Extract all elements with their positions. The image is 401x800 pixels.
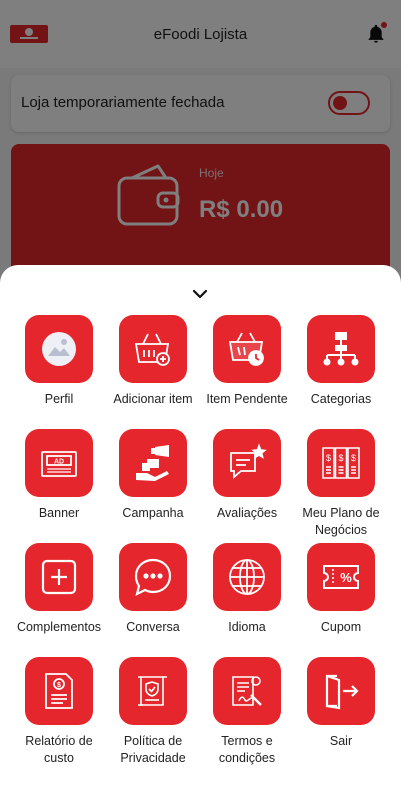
menu-item-item-pendente[interactable]: Item Pendente [200,315,294,408]
globe-icon [229,559,265,595]
menu-item-label: Avaliações [216,506,278,520]
terms-icon [232,676,262,706]
menu-item-campanha[interactable]: Campanha [106,429,200,522]
expense-report-icon: $ [45,673,73,709]
privacy-policy-icon [138,676,167,706]
menu-item-label: Perfil [44,392,74,406]
menu-item-complementos[interactable]: Complementos [12,543,106,636]
svg-text:$: $ [57,682,61,689]
menu-item-cupom[interactable]: % Cupom [294,543,388,636]
menu-item-politica-privacidade[interactable]: Política de Privacidade [106,657,200,767]
logout-icon [325,674,359,710]
svg-text:$: $ [326,453,331,463]
image-icon [42,332,76,366]
menu-item-categorias[interactable]: Categorias [294,315,388,408]
svg-text:$: $ [351,453,356,463]
plus-square-icon [41,559,77,595]
menu-item-label: Banner [38,506,80,520]
coupon-icon: % [323,565,359,589]
ad-banner-icon: AD [41,451,77,477]
menu-item-relatorio-de-custo[interactable]: $ Relatório de custo [12,657,106,767]
chevron-down-icon[interactable] [192,289,208,299]
svg-text:$: $ [338,453,343,463]
menu-item-label: Meu Plano de Negócios [302,506,380,537]
menu-item-label: Categorias [310,392,372,406]
menu-item-label: Cupom [320,620,362,634]
hierarchy-icon [323,332,359,366]
menu-item-meu-plano[interactable]: $ $ $ Meu Plano de Negócios [294,429,388,539]
menu-item-label: Sair [329,734,353,748]
svg-text:%: % [340,570,352,585]
menu-item-termos[interactable]: Termos e condições [200,657,294,767]
menu-item-avaliacoes[interactable]: Avaliações [200,429,294,522]
menu-item-idioma[interactable]: Idioma [200,543,294,636]
menu-item-label: Item Pendente [206,392,288,406]
chat-icon [134,558,172,597]
menu-item-label: Conversa [126,620,180,634]
menu-item-label: Campanha [122,506,184,520]
review-icon [230,443,267,479]
menu-item-label: Política de Privacidade [120,734,186,765]
svg-text:AD: AD [54,459,64,466]
business-plan-icon: $ $ $ [322,447,360,479]
menu-item-conversa[interactable]: Conversa [106,543,200,636]
menu-item-sair[interactable]: Sair [294,657,388,750]
menu-item-adicionar-item[interactable]: Adicionar item [106,315,200,408]
menu-item-label: Relatório de custo [25,734,93,765]
menu-item-label: Termos e condições [218,734,276,765]
pending-basket-icon [228,332,264,366]
menu-bottom-sheet: Perfil Adicionar item Item Pendente Cate… [0,265,401,800]
menu-item-banner[interactable]: AD Banner [12,429,106,522]
menu-item-label: Complementos [16,620,102,634]
menu-item-label: Idioma [228,620,266,634]
campaign-icon [136,445,169,481]
add-basket-icon [134,333,170,366]
menu-item-perfil[interactable]: Perfil [12,315,106,408]
menu-item-label: Adicionar item [113,392,193,406]
